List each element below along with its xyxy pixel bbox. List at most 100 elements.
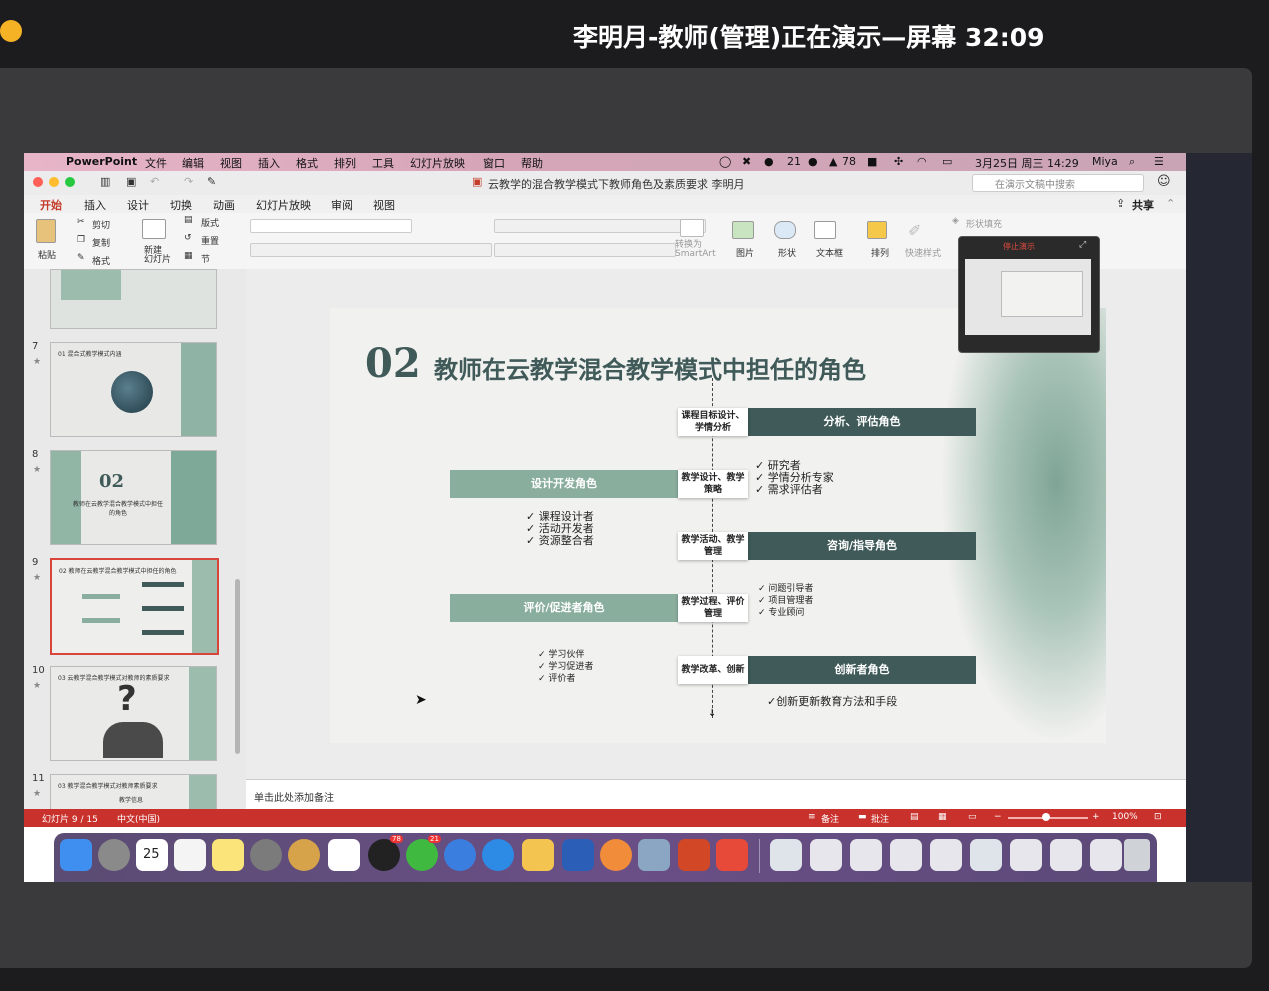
zoom-in-icon[interactable]: + xyxy=(1092,812,1100,822)
penguin-icon[interactable]: ● xyxy=(808,155,818,168)
bell-icon[interactable]: ▲ xyxy=(829,155,837,168)
slide-thumbnail-6[interactable] xyxy=(50,269,217,329)
arrange-icon[interactable] xyxy=(867,221,887,239)
share-icon[interactable]: ⇪ xyxy=(1116,197,1125,210)
comment-icon[interactable]: ▬ xyxy=(858,812,867,822)
font-family-select[interactable] xyxy=(250,219,412,233)
trash-icon[interactable] xyxy=(1124,839,1150,871)
format-painter-button[interactable]: 格式 xyxy=(92,254,110,267)
preview-icon[interactable] xyxy=(638,839,670,871)
tab-slideshow[interactable]: 幻灯片放映 xyxy=(256,197,311,213)
shape-icon[interactable] xyxy=(774,221,796,239)
minimized-window-icon[interactable] xyxy=(1050,839,1082,871)
notes-toggle[interactable]: 备注 xyxy=(821,812,839,825)
close-window-button[interactable] xyxy=(33,177,43,187)
slide-thumbnail-10[interactable]: 03 云教学混合教学模式对教师的素质要求 ? xyxy=(50,666,217,761)
finder-icon[interactable] xyxy=(60,839,92,871)
reading-view-icon[interactable]: ▭ xyxy=(968,812,977,822)
new-slide-icon[interactable] xyxy=(142,219,166,239)
menu-view[interactable]: 视图 xyxy=(220,155,242,171)
qq-icon[interactable]: 78 xyxy=(368,835,403,871)
reminders-icon[interactable] xyxy=(174,839,206,871)
battery-icon[interactable]: ▭ xyxy=(942,155,952,168)
input-method-icon[interactable]: ■ xyxy=(867,155,877,168)
tab-view[interactable]: 视图 xyxy=(373,197,395,213)
word-icon[interactable] xyxy=(562,839,594,871)
arrange-button[interactable]: 排列 xyxy=(871,246,889,259)
sidebar-toggle-icon[interactable]: ▥ xyxy=(100,175,110,188)
wifi-icon[interactable]: ◠ xyxy=(917,155,927,168)
collapse-ribbon-icon[interactable]: ⌃ xyxy=(1166,197,1175,210)
slide-thumbnail-8[interactable]: 02 教师在云教学混合教学模式中担任的角色 xyxy=(50,450,217,545)
slide-thumbnail-9-selected[interactable]: 02 教师在云教学混合教学模式中担任的角色 xyxy=(50,558,219,655)
menu-tools[interactable]: 工具 xyxy=(372,155,394,171)
expand-icon[interactable]: ⤢ xyxy=(1079,240,1086,250)
layout-button[interactable]: 版式 xyxy=(201,216,219,229)
launchpad-icon[interactable] xyxy=(98,839,130,871)
fit-window-icon[interactable]: ⊡ xyxy=(1154,812,1162,822)
system-preferences-icon[interactable] xyxy=(250,839,282,871)
paste-icon[interactable] xyxy=(36,219,56,243)
x-app-icon[interactable]: ✖ xyxy=(742,155,751,168)
minimized-window-icon[interactable] xyxy=(1010,839,1042,871)
clock[interactable]: 3月25日 周三 14:29 xyxy=(975,155,1079,171)
safari-icon[interactable] xyxy=(482,839,514,871)
tab-design[interactable]: 设计 xyxy=(127,197,149,213)
textbox-button[interactable]: 文本框 xyxy=(816,246,843,259)
minimized-window-icon[interactable] xyxy=(810,839,842,871)
minimize-dot-icon[interactable] xyxy=(0,20,22,42)
edit-icon[interactable]: ✎ xyxy=(207,175,216,188)
section-button[interactable]: 节 xyxy=(201,252,210,265)
redo-icon[interactable]: ↷ xyxy=(184,175,193,188)
bluetooth-icon[interactable]: ✣ xyxy=(894,155,903,168)
minimized-window-icon[interactable] xyxy=(770,839,802,871)
cut-button[interactable]: 剪切 xyxy=(92,218,110,231)
paste-button[interactable]: 粘贴 xyxy=(38,248,56,261)
smartart-icon[interactable] xyxy=(680,219,704,237)
minimize-window-button[interactable] xyxy=(49,177,59,187)
notes-pane[interactable]: 单击此处添加备注 xyxy=(246,779,1186,810)
copy-button[interactable]: 复制 xyxy=(92,236,110,249)
calendar-icon[interactable]: 25 xyxy=(136,839,168,871)
minimized-window-icon[interactable] xyxy=(1090,839,1122,871)
zoom-out-icon[interactable]: − xyxy=(994,812,1002,822)
format-painter-icon[interactable]: ✎ xyxy=(77,253,85,263)
package-icon[interactable] xyxy=(522,839,554,871)
tab-animations[interactable]: 动画 xyxy=(213,197,235,213)
layout-icon[interactable]: ▤ xyxy=(184,215,193,225)
share-button[interactable]: 共享 xyxy=(1132,197,1154,213)
stop-presenting-button[interactable]: 停止演示 xyxy=(1003,241,1035,252)
picture-button[interactable]: 图片 xyxy=(736,246,754,259)
quick-style-icon[interactable]: ✐ xyxy=(908,221,921,240)
convert-smartart-button[interactable]: 转换为 SmartArt xyxy=(675,241,716,259)
tab-transitions[interactable]: 切换 xyxy=(170,197,192,213)
current-slide[interactable]: ↓ 02 教师在云教学混合教学模式中担任的角色 分析、评估角色 课程目标设计、学… xyxy=(330,308,1106,743)
scissors-icon[interactable]: ✂ xyxy=(77,217,85,227)
minimized-window-icon[interactable] xyxy=(890,839,922,871)
copy-icon[interactable]: ❐ xyxy=(77,235,85,245)
picture-icon[interactable] xyxy=(732,221,754,239)
menu-arrange[interactable]: 排列 xyxy=(334,155,356,171)
menu-help[interactable]: 帮助 xyxy=(521,155,543,171)
shape-fill-button[interactable]: 形状填充 xyxy=(966,217,1002,230)
wechat-icon[interactable]: ● xyxy=(764,155,774,168)
notes-app-icon[interactable] xyxy=(212,839,244,871)
thumbnail-scrollbar[interactable] xyxy=(235,579,240,754)
zoom-slider-knob[interactable] xyxy=(1042,813,1050,821)
spotlight-icon[interactable]: ⌕ xyxy=(1129,155,1135,169)
menu-edit[interactable]: 编辑 xyxy=(182,155,204,171)
quick-style-button[interactable]: 快速样式 xyxy=(905,246,941,259)
paragraph-list-buttons[interactable] xyxy=(494,219,706,233)
save-icon[interactable]: ▣ xyxy=(126,175,136,188)
tab-insert[interactable]: 插入 xyxy=(84,197,106,213)
shape-fill-icon[interactable]: ◈ xyxy=(952,216,959,226)
chat-app-icon[interactable] xyxy=(444,839,476,871)
comments-toggle[interactable]: 批注 xyxy=(871,812,889,825)
language-indicator[interactable]: 中文(中国) xyxy=(117,812,160,825)
powerpoint-icon[interactable] xyxy=(678,839,710,871)
textbox-icon[interactable] xyxy=(814,221,836,239)
search-input[interactable]: 在演示文稿中搜索 xyxy=(995,176,1075,191)
minimized-window-icon[interactable] xyxy=(970,839,1002,871)
menu-window[interactable]: 窗口 xyxy=(483,155,505,171)
notes-icon[interactable]: ≡ xyxy=(808,812,816,822)
